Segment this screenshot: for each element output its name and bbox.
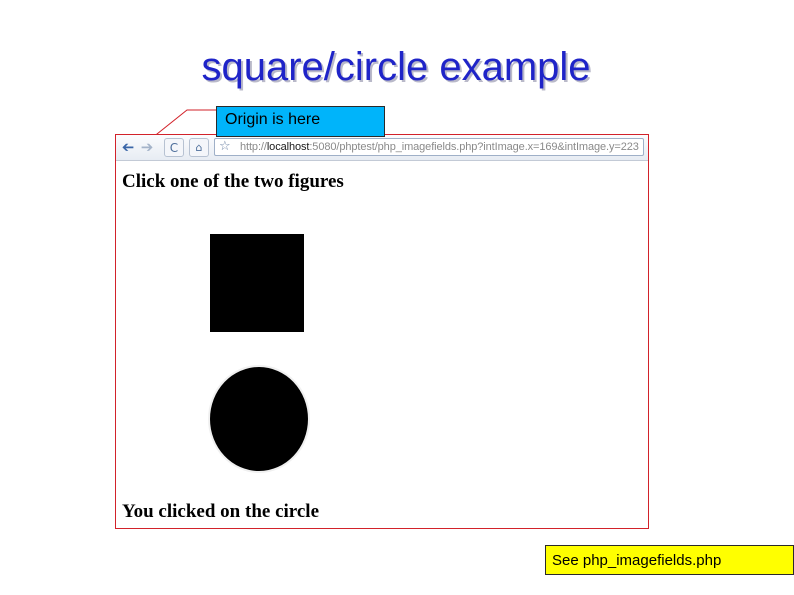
- reload-icon[interactable]: C: [164, 138, 184, 157]
- url-path: :5080/phptest/php_imagefields.php?intIma…: [309, 141, 639, 153]
- browser-toolbar: ➔ ➔ C ⌂ ☆ http://localhost:5080/phptest/…: [116, 135, 648, 161]
- square-figure[interactable]: [210, 234, 304, 332]
- url-scheme: http://: [240, 141, 267, 153]
- address-bar[interactable]: ☆ http://localhost:5080/phptest/php_imag…: [214, 138, 644, 156]
- circle-figure[interactable]: [210, 367, 308, 471]
- home-icon[interactable]: ⌂: [189, 138, 209, 157]
- origin-callout: Origin is here: [216, 106, 385, 137]
- slide-title: square/circle example: [201, 45, 591, 89]
- browser-screenshot: ➔ ➔ C ⌂ ☆ http://localhost:5080/phptest/…: [115, 134, 649, 529]
- back-arrow-icon[interactable]: ➔: [120, 138, 136, 156]
- see-file-note: See php_imagefields.php: [545, 545, 794, 575]
- click-result-text: You clicked on the circle: [122, 501, 320, 522]
- bookmark-star-icon[interactable]: ☆: [219, 139, 231, 155]
- url-text[interactable]: http://localhost:5080/phptest/php_imagef…: [240, 139, 639, 155]
- page-heading: Click one of the two figures: [122, 171, 344, 192]
- forward-arrow-icon[interactable]: ➔: [139, 138, 155, 156]
- url-host: localhost: [266, 141, 310, 153]
